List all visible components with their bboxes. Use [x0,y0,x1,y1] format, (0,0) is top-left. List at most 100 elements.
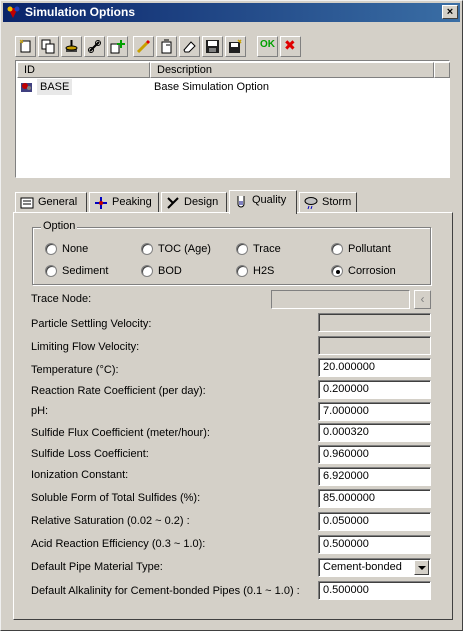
quality-icon [237,196,245,208]
tab-storm-label: Storm [322,196,352,208]
sulfide-flux-label: Sulfide Flux Coefficient (meter/hour): [31,427,210,439]
particle-settling-velocity-field [318,313,431,332]
trace-node-label: Trace Node: [31,293,92,305]
general-icon [20,197,34,209]
save-button[interactable] [202,36,223,57]
new-button[interactable] [15,36,36,57]
radio-h2s[interactable]: H2S [236,265,274,279]
import-button[interactable] [61,36,82,57]
radio-circle [141,265,153,277]
ph-field[interactable]: 7.000000 [318,402,431,421]
radio-label: H2S [253,265,275,277]
add-button[interactable] [107,36,128,57]
save-all-icon [229,39,242,53]
edit-button[interactable] [133,36,154,57]
trace-node-browse-button: ‹ [414,290,431,309]
radio-label: None [62,243,89,255]
column-header-description[interactable]: Description [150,62,434,78]
cancel-icon: ✖ [284,37,296,53]
storm-icon [304,197,318,210]
tab-peaking-label: Peaking [112,196,152,208]
close-button[interactable]: × [442,5,458,19]
tab-design[interactable]: Design [161,192,227,213]
peaking-icon [95,197,107,209]
tab-general-label: General [38,196,78,208]
radio-circle [331,265,343,277]
pipe-material-select[interactable]: Cement-bonded [318,558,431,577]
radio-circle [45,243,57,255]
tab-strip: General Peaking Design Quality Storm [15,190,455,214]
quality-panel: Option None TOC (Age) Trace Pollutant Se… [13,212,453,620]
window-title: Simulation Options [25,5,135,19]
link-button[interactable] [84,36,105,57]
soluble-form-field[interactable]: 85.000000 [318,489,431,508]
paste-icon [161,39,172,54]
soluble-form-label: Soluble Form of Total Sulfides (%): [31,492,201,504]
list-header: ID Description [17,62,450,78]
radio-label: BOD [158,265,182,277]
save-all-button[interactable] [225,36,246,57]
relative-saturation-field[interactable]: 0.050000 [318,512,431,531]
tab-quality[interactable]: Quality [229,190,297,214]
ok-button[interactable]: OK [257,36,278,57]
radio-label: Corrosion [348,265,396,277]
pipe-material-value: Cement-bonded [323,561,402,573]
sulfide-flux-field[interactable]: 0.000320 [318,423,431,442]
radio-corrosion[interactable]: Corrosion [331,265,396,279]
title-bar[interactable]: Simulation Options × [3,3,460,22]
save-icon [206,40,219,53]
import-icon [65,40,78,52]
radio-circle [141,243,153,255]
chevron-down-icon[interactable] [414,560,429,575]
radio-toc-age[interactable]: TOC (Age) [141,243,211,257]
radio-circle [236,243,248,255]
tab-general[interactable]: General [15,192,87,213]
radio-label: TOC (Age) [158,243,211,255]
radio-circle [45,265,57,277]
erase-button[interactable] [179,36,200,57]
temperature-field[interactable]: 20.000000 [318,358,431,377]
alkalinity-label: Default Alkalinity for Cement-bonded Pip… [31,585,300,597]
reaction-rate-label: Reaction Rate Coefficient (per day): [31,385,206,397]
tab-quality-label: Quality [252,194,287,206]
paste-button[interactable] [156,36,177,57]
copy-icon [41,39,55,54]
copy-button[interactable] [38,36,59,57]
ionization-label: Ionization Constant: [31,469,129,481]
radio-trace[interactable]: Trace [236,243,281,257]
reaction-rate-field[interactable]: 0.200000 [318,380,431,399]
radio-bod[interactable]: BOD [141,265,182,279]
acid-reaction-field[interactable]: 0.500000 [318,535,431,554]
simulation-options-list[interactable]: ID Description BASE Base Simulation Opti… [15,60,450,178]
link-icon [88,40,101,53]
simulation-option-icon [21,83,32,92]
radio-label: Sediment [62,265,109,277]
radio-label: Pollutant [348,243,391,255]
row-id: BASE [37,79,73,95]
relative-saturation-label: Relative Saturation (0.02 ~ 0.2) : [31,515,190,527]
particle-settling-velocity-label: Particle Settling Velocity: [31,318,152,330]
radio-circle [236,265,248,277]
tab-peaking[interactable]: Peaking [89,192,159,213]
ph-label: pH: [31,405,49,417]
erase-icon [183,41,196,53]
tab-design-label: Design [184,196,219,208]
ionization-field[interactable]: 6.920000 [318,467,431,486]
temperature-label: Temperature (°C): [31,364,119,376]
tab-storm[interactable]: Storm [299,192,357,213]
radio-sediment[interactable]: Sediment [45,265,108,279]
acid-reaction-label: Acid Reaction Efficiency (0.3 ~ 1.0): [31,538,206,550]
radio-circle [331,243,343,255]
sulfide-loss-field[interactable]: 0.960000 [318,445,431,464]
cancel-button[interactable]: ✖ [280,36,301,57]
add-icon [110,40,125,54]
pipe-material-label: Default Pipe Material Type: [31,561,163,573]
radio-label: Trace [253,243,281,255]
simulation-options-window: Simulation Options × OK ✖ ID Description… [0,0,463,631]
alkalinity-field[interactable]: 0.500000 [318,581,431,600]
sulfide-loss-label: Sulfide Loss Coefficient: [31,448,149,460]
radio-pollutant[interactable]: Pollutant [331,243,391,257]
column-header-id[interactable]: ID [17,62,150,78]
list-row[interactable]: BASE Base Simulation Option [17,79,448,95]
radio-none[interactable]: None [45,243,88,257]
